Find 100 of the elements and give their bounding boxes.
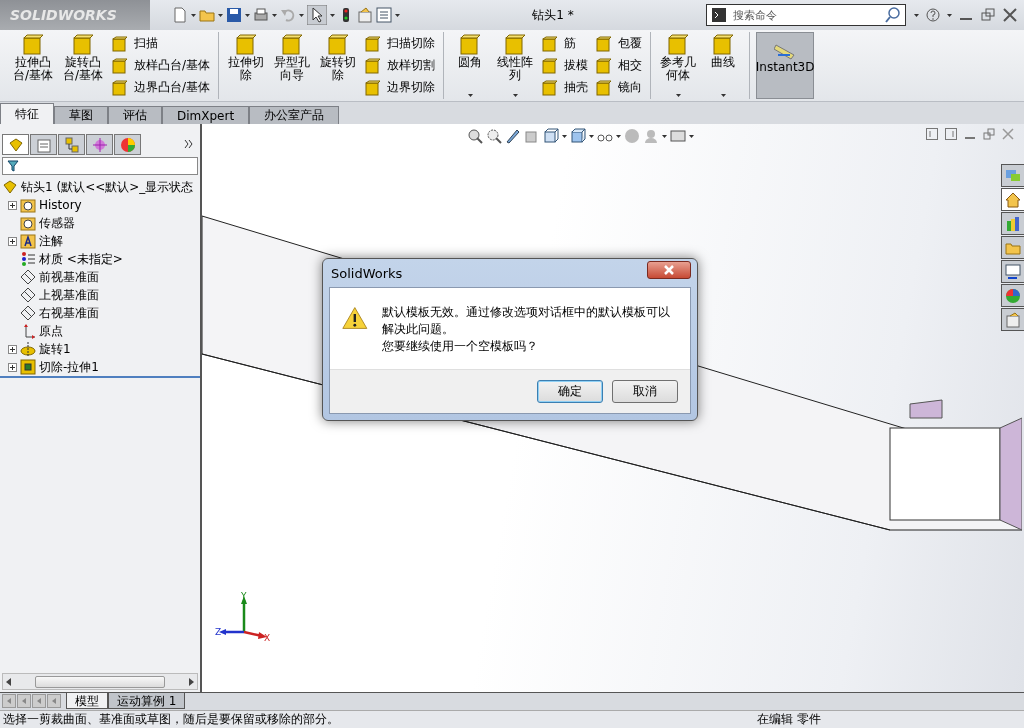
ribbon-button[interactable]: 扫描切除 bbox=[363, 35, 438, 52]
close-button[interactable] bbox=[647, 261, 691, 279]
save-icon[interactable] bbox=[226, 7, 242, 23]
folder-icon bbox=[20, 197, 36, 213]
panel-tab[interactable] bbox=[86, 134, 113, 155]
block-icon bbox=[22, 34, 44, 56]
command-tab[interactable]: DimXpert bbox=[162, 106, 250, 124]
house-icon bbox=[1005, 191, 1021, 208]
tree-item[interactable]: 切除-拉伸1 bbox=[39, 358, 99, 376]
printer-icon[interactable] bbox=[253, 7, 269, 23]
list-icon[interactable] bbox=[376, 7, 392, 23]
close-icon bbox=[664, 265, 674, 275]
tree-item[interactable]: 传感器 bbox=[39, 214, 75, 232]
block-icon bbox=[327, 34, 350, 56]
caret-icon bbox=[662, 134, 667, 138]
dialog-button[interactable]: 确定 bbox=[537, 380, 603, 403]
axis-triad: Y Z X bbox=[214, 590, 284, 650]
restore-icon[interactable] bbox=[983, 128, 995, 140]
task-pane-tab[interactable] bbox=[1001, 212, 1024, 235]
panel-tab[interactable] bbox=[2, 134, 29, 155]
magnifier-icon[interactable] bbox=[486, 128, 502, 144]
magnifier-icon[interactable] bbox=[467, 128, 483, 144]
task-pane-tab[interactable] bbox=[1001, 260, 1024, 283]
ribbon-button[interactable]: 抽壳 bbox=[540, 79, 591, 96]
task-pane-tab[interactable] bbox=[1001, 164, 1024, 187]
help-icon[interactable] bbox=[925, 7, 941, 23]
block-icon bbox=[596, 79, 613, 96]
warning-icon bbox=[342, 304, 368, 332]
plane-icon bbox=[20, 305, 36, 321]
tree-item[interactable]: 旋转1 bbox=[39, 340, 71, 358]
expand-toggle[interactable] bbox=[8, 362, 17, 372]
command-tab[interactable]: 评估 bbox=[108, 106, 162, 124]
search-field[interactable]: 搜索命令 bbox=[731, 7, 881, 23]
ribbon-button[interactable]: 放样凸台/基体 bbox=[110, 57, 213, 74]
ribbon-button[interactable]: 镜向 bbox=[594, 79, 645, 96]
task-pane-tab[interactable] bbox=[1001, 308, 1024, 331]
task-pane-tab[interactable] bbox=[1001, 188, 1024, 211]
ribbon-button[interactable]: 拔模 bbox=[540, 57, 591, 74]
filter-field[interactable] bbox=[2, 157, 198, 175]
ribbon-button[interactable]: 圆角 bbox=[450, 32, 491, 99]
caret-icon bbox=[914, 13, 919, 17]
tree-item[interactable]: 钻头1 (默认<<默认>_显示状态 bbox=[2, 178, 200, 196]
ribbon-button[interactable]: 拉伸凸 台/基体 bbox=[10, 32, 57, 99]
tree-item[interactable]: 材质 <未指定> bbox=[39, 250, 123, 268]
ribbon-button[interactable]: 包覆 bbox=[594, 35, 645, 52]
tree-item[interactable]: 右视基准面 bbox=[39, 304, 99, 322]
expand-toggle[interactable] bbox=[8, 200, 17, 210]
panel-tab[interactable] bbox=[58, 134, 85, 155]
ribbon-button[interactable]: 扫描 bbox=[110, 35, 213, 52]
task-pane-tab[interactable] bbox=[1001, 284, 1024, 307]
ribbon-button[interactable]: 参考几 何体 bbox=[657, 32, 700, 99]
ribbon-button[interactable]: 曲线 bbox=[703, 32, 744, 99]
new-file-icon[interactable] bbox=[172, 7, 188, 23]
panel-tab[interactable] bbox=[114, 134, 141, 155]
block-icon bbox=[112, 35, 129, 52]
bottom-tab[interactable]: 运动算例 1 bbox=[108, 693, 186, 709]
tree-item[interactable]: 原点 bbox=[39, 322, 63, 340]
block-icon bbox=[235, 34, 258, 56]
command-tab[interactable]: 特征 bbox=[0, 103, 54, 124]
ribbon-button[interactable]: 旋转切 除 bbox=[317, 32, 360, 99]
cursor-icon[interactable] bbox=[307, 5, 327, 25]
chevron-icon[interactable] bbox=[184, 138, 194, 149]
instant3d-button[interactable]: Instant3D bbox=[756, 32, 815, 99]
monitor-icon[interactable] bbox=[670, 128, 686, 144]
ribbon-button[interactable]: 筋 bbox=[540, 35, 591, 52]
ribbon-button[interactable]: 放样切割 bbox=[363, 57, 438, 74]
tree-item[interactable]: 前视基准面 bbox=[39, 268, 99, 286]
panel-tab[interactable] bbox=[30, 134, 57, 155]
expand-toggle[interactable] bbox=[8, 236, 17, 246]
cut-face bbox=[909, 399, 943, 419]
search-box[interactable]: 搜索命令 bbox=[706, 4, 906, 26]
dialog-button[interactable]: 取消 bbox=[612, 380, 678, 403]
ribbon-button[interactable]: 边界凸台/基体 bbox=[110, 79, 213, 96]
bottom-tab[interactable]: 模型 bbox=[66, 693, 108, 709]
expand-toggle[interactable] bbox=[8, 344, 17, 354]
pen-icon[interactable] bbox=[505, 128, 521, 144]
dialog-title: SolidWorks bbox=[331, 265, 403, 281]
block-icon bbox=[542, 79, 559, 96]
ribbon-button[interactable]: 拉伸切 除 bbox=[225, 32, 268, 99]
restore-icon[interactable] bbox=[980, 7, 996, 23]
books-icon bbox=[1005, 215, 1021, 232]
horizontal-scrollbar[interactable] bbox=[2, 673, 198, 690]
ribbon-button[interactable]: 相交 bbox=[594, 57, 645, 74]
tree-item[interactable]: History bbox=[39, 198, 82, 212]
split-view-icon[interactable] bbox=[926, 128, 938, 140]
tree-item[interactable]: 注解 bbox=[39, 232, 63, 250]
close-icon[interactable] bbox=[1002, 7, 1018, 23]
part-icon bbox=[7, 136, 24, 153]
ribbon-button[interactable]: 边界切除 bbox=[363, 79, 438, 96]
split-view-icon[interactable] bbox=[945, 128, 957, 140]
command-tab[interactable]: 办公室产品 bbox=[249, 106, 340, 124]
ribbon-button[interactable]: 线性阵 列 bbox=[494, 32, 537, 99]
ribbon-button[interactable]: 异型孔 向导 bbox=[271, 32, 314, 99]
open-folder-icon[interactable] bbox=[199, 7, 215, 23]
command-tab[interactable]: 草图 bbox=[54, 106, 108, 124]
tree-item[interactable]: 上视基准面 bbox=[39, 286, 99, 304]
ribbon-button[interactable]: 旋转凸 台/基体 bbox=[60, 32, 107, 99]
task-pane-tab[interactable] bbox=[1001, 236, 1024, 259]
caret-icon bbox=[589, 134, 594, 138]
part-icon bbox=[2, 179, 18, 195]
